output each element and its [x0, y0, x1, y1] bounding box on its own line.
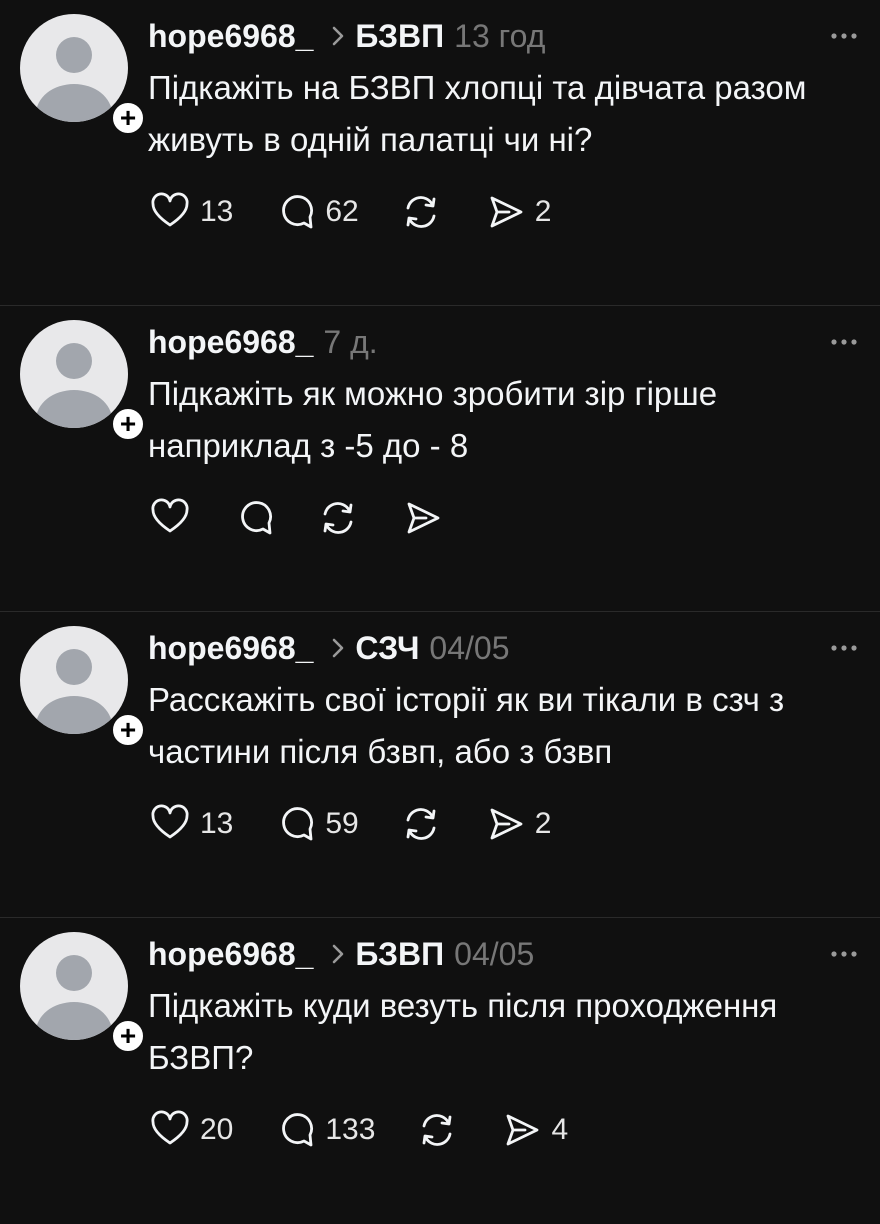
post-item[interactable]: + hope6968_ БЗВП 04/05 Підкажіть куди ве…	[0, 918, 880, 1224]
community-link[interactable]: БЗВП	[355, 936, 444, 973]
username[interactable]: hope6968_	[148, 630, 313, 667]
post-item[interactable]: + hope6968_ СЗЧ 04/05 Расскажіть свої іс…	[0, 612, 880, 918]
post-item[interactable]: + hope6968_ БЗВП 13 год Підкажіть на БЗВ…	[0, 0, 880, 306]
more-dots-icon[interactable]	[826, 630, 862, 666]
share-button[interactable]: 4	[499, 1108, 568, 1152]
comment-count: 59	[325, 807, 359, 840]
comment-button[interactable]	[232, 496, 276, 540]
avatar-wrap[interactable]: +	[20, 626, 146, 748]
post-header: hope6968_ БЗВП 04/05	[148, 932, 860, 976]
comment-button[interactable]: 59	[273, 802, 359, 846]
more-dots-icon[interactable]	[826, 936, 862, 972]
chevron-right-icon	[333, 638, 344, 658]
post-time: 7 д.	[323, 323, 378, 360]
repost-icon	[406, 196, 436, 228]
repost-button[interactable]	[399, 190, 443, 234]
repost-icon	[323, 502, 353, 534]
post-text: Підкажіть куди везуть після проходження …	[148, 987, 778, 1076]
post-time: 04/05	[429, 629, 510, 666]
post-header: hope6968_ БЗВП 13 год	[148, 14, 860, 58]
repost-button[interactable]	[316, 496, 360, 540]
username[interactable]: hope6968_	[148, 936, 313, 973]
username[interactable]: hope6968_	[148, 324, 313, 361]
comment-button[interactable]: 133	[273, 1108, 375, 1152]
send-icon	[490, 808, 523, 840]
comment-bubble-icon	[282, 195, 314, 229]
post-text: Расскажіть свої історії як ви тікали в с…	[148, 681, 785, 770]
share-count: 2	[534, 195, 552, 228]
send-icon	[407, 502, 440, 534]
post-time: 04/05	[454, 935, 535, 972]
plus-icon[interactable]: +	[110, 100, 146, 136]
repost-button[interactable]	[415, 1108, 459, 1152]
heart-icon	[151, 1110, 189, 1145]
username[interactable]: hope6968_	[148, 18, 313, 55]
post-time: 13 год	[454, 17, 546, 54]
more-dots-icon[interactable]	[826, 324, 862, 360]
default-avatar-icon[interactable]	[20, 932, 128, 1040]
like-button[interactable]	[148, 496, 192, 540]
post-text: Підкажіть як можно зробити зір гірше нап…	[148, 375, 718, 464]
chevron-right-icon	[333, 944, 344, 964]
share-count: 4	[551, 1113, 569, 1146]
plus-icon[interactable]: +	[110, 1018, 146, 1054]
heart-icon	[151, 498, 189, 533]
community-link[interactable]: БЗВП	[355, 18, 444, 55]
feed: + hope6968_ БЗВП 13 год Підкажіть на БЗВ…	[0, 0, 880, 1200]
plus-icon[interactable]: +	[110, 406, 146, 442]
post-actions: 13 62 2	[148, 190, 591, 234]
like-button[interactable]: 13	[148, 802, 233, 846]
post-actions: 20 133 4	[148, 1108, 608, 1152]
default-avatar-icon[interactable]	[20, 14, 128, 122]
comment-bubble-icon	[241, 501, 272, 535]
post-header: hope6968_ 7 д.	[148, 320, 860, 364]
heart-icon	[151, 804, 189, 839]
like-count: 13	[200, 195, 234, 228]
share-button[interactable]	[400, 496, 444, 540]
avatar-wrap[interactable]: +	[20, 932, 146, 1054]
post-text: Підкажіть на БЗВП хлопці та дівчата разо…	[148, 69, 807, 158]
avatar-wrap[interactable]: +	[20, 320, 146, 442]
share-count: 2	[534, 807, 552, 840]
post-header: hope6968_ СЗЧ 04/05	[148, 626, 860, 670]
post-item[interactable]: + hope6968_ 7 д. Підкажіть як можно зроб…	[0, 306, 880, 612]
default-avatar-icon[interactable]	[20, 626, 128, 734]
community-link[interactable]: СЗЧ	[355, 630, 419, 667]
like-button[interactable]: 13	[148, 190, 233, 234]
comment-count: 62	[325, 195, 359, 228]
post-actions	[148, 496, 484, 540]
comment-bubble-icon	[282, 807, 314, 841]
chevron-right-icon	[333, 26, 344, 46]
like-count: 13	[200, 807, 234, 840]
like-count: 20	[200, 1113, 234, 1146]
send-icon	[507, 1114, 539, 1146]
comment-bubble-icon	[282, 1113, 314, 1147]
share-button[interactable]: 2	[483, 802, 552, 846]
post-actions: 13 59 2	[148, 802, 591, 846]
share-button[interactable]: 2	[483, 190, 552, 234]
send-icon	[490, 196, 523, 228]
default-avatar-icon[interactable]	[20, 320, 128, 428]
comment-button[interactable]: 62	[273, 190, 359, 234]
repost-icon	[423, 1114, 452, 1146]
comment-count: 133	[325, 1113, 376, 1146]
plus-icon[interactable]: +	[110, 712, 146, 748]
like-button[interactable]: 20	[148, 1108, 233, 1152]
heart-icon	[151, 192, 189, 227]
avatar-wrap[interactable]: +	[20, 14, 146, 136]
repost-button[interactable]	[399, 802, 443, 846]
more-dots-icon[interactable]	[826, 18, 862, 54]
repost-icon	[406, 808, 436, 840]
